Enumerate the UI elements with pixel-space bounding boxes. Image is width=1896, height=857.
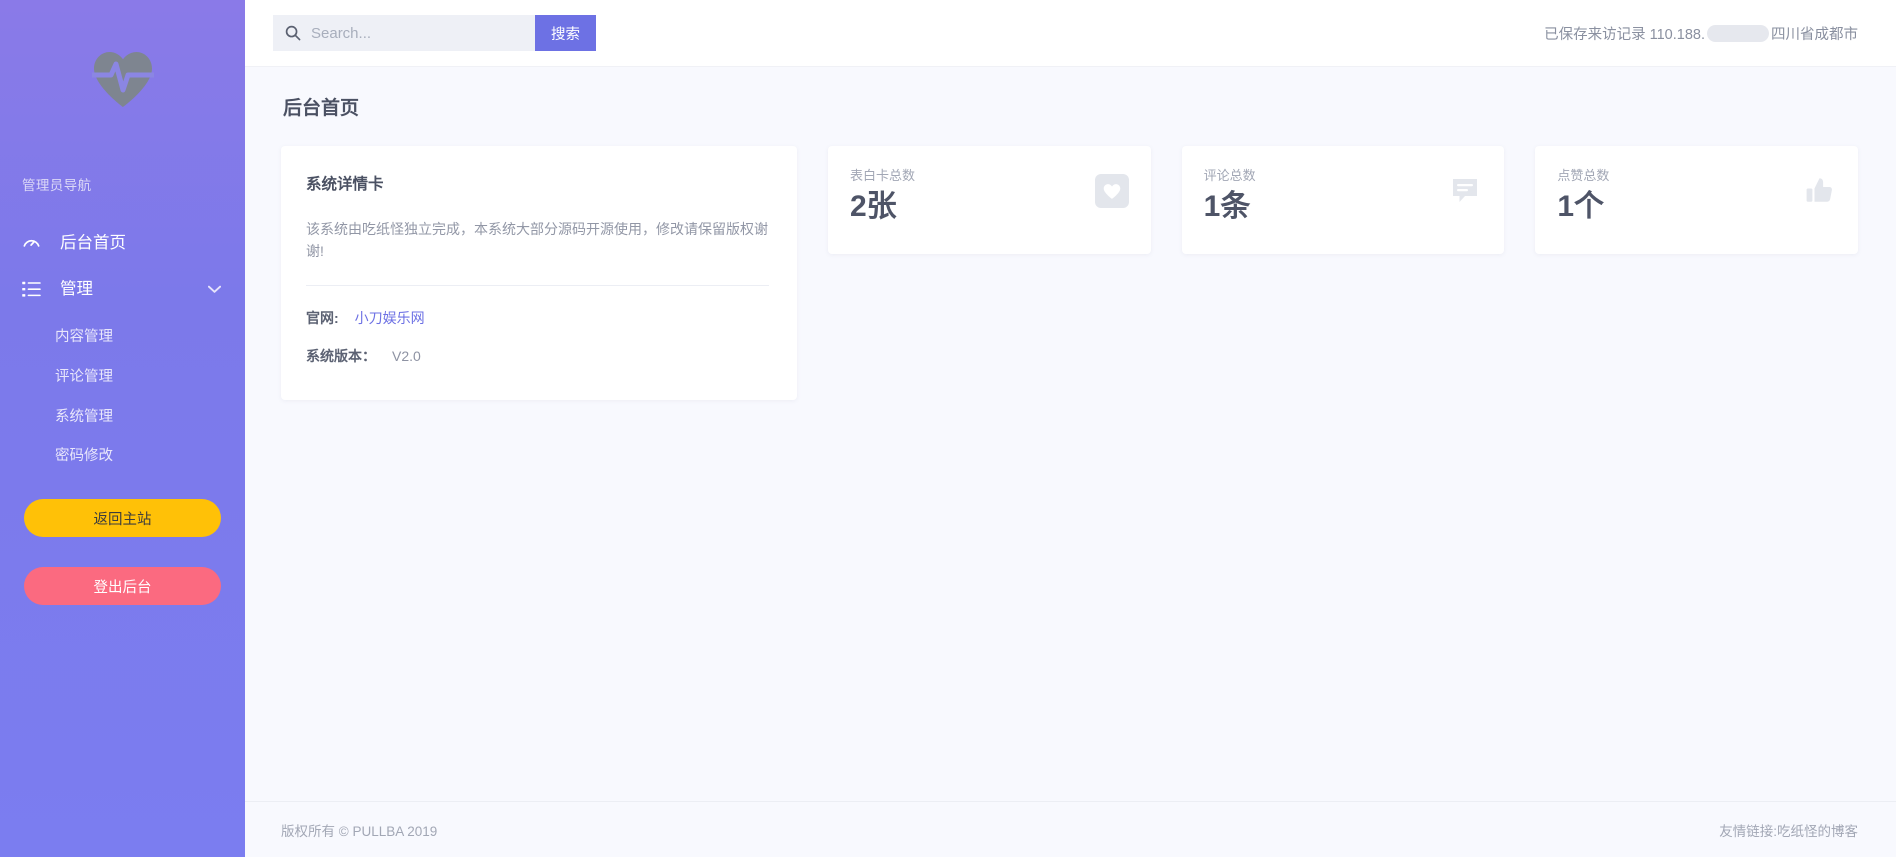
visit-record-location: 四川省成都市	[1771, 23, 1858, 44]
heart-pulse-icon	[92, 50, 154, 108]
submenu-management: 内容管理 评论管理 系统管理 密码修改	[0, 312, 245, 477]
stat-card-cards: 表白卡总数 2张	[828, 146, 1151, 254]
list-icon	[22, 281, 48, 298]
logo	[0, 42, 245, 116]
heart-icon	[1095, 174, 1129, 208]
search-icon	[285, 25, 301, 41]
search-box[interactable]	[273, 15, 535, 51]
detail-card-title: 系统详情卡	[306, 172, 769, 194]
detail-row-website: 官网: 小刀娱乐网	[306, 308, 769, 328]
tachometer-icon	[22, 234, 48, 253]
main-area: 搜索 已保存来访记录 110.188. 四川省成都市 后台首页 系统详情卡 该系统…	[245, 0, 1896, 857]
content: 后台首页 系统详情卡 该系统由吃纸怪独立完成，本系统大部分源码开源使用，修改请保…	[245, 67, 1896, 801]
app-root: 管理员导航 后台首页 管理	[0, 0, 1896, 857]
return-home-button[interactable]: 返回主站	[24, 499, 221, 537]
search-input[interactable]	[311, 25, 523, 42]
footer: 版权所有 © PULLBA 2019 友情链接:吃纸怪的博客	[245, 801, 1896, 857]
stat-card-likes: 点赞总数 1个	[1535, 146, 1858, 254]
sidebar-item-management[interactable]: 管理	[0, 266, 245, 312]
stat-label: 评论总数	[1204, 165, 1256, 184]
sidebar-subitem-password[interactable]: 密码修改	[0, 437, 245, 477]
detail-card-description: 该系统由吃纸怪独立完成，本系统大部分源码开源使用，修改请保留版权谢谢!	[306, 218, 769, 263]
redacted-ip-block	[1707, 25, 1769, 42]
footer-copyright: 版权所有 © PULLBA 2019	[281, 820, 437, 840]
topbar: 搜索 已保存来访记录 110.188. 四川省成都市	[245, 0, 1896, 67]
stat-label: 表白卡总数	[850, 165, 915, 184]
stat-label: 点赞总数	[1557, 165, 1609, 184]
visit-record-prefix: 已保存来访记录 110.188.	[1544, 23, 1705, 44]
divider	[306, 285, 769, 286]
sidebar-item-dashboard[interactable]: 后台首页	[0, 220, 245, 266]
cards-row: 系统详情卡 该系统由吃纸怪独立完成，本系统大部分源码开源使用，修改请保留版权谢谢…	[281, 146, 1858, 400]
search-group: 搜索	[273, 15, 596, 51]
visit-record: 已保存来访记录 110.188. 四川省成都市	[1544, 23, 1858, 44]
comment-icon	[1448, 174, 1482, 208]
sidebar-item-label: 管理	[60, 281, 93, 298]
official-site-link[interactable]: 小刀娱乐网	[355, 308, 425, 328]
sidebar-subitem-content[interactable]: 内容管理	[0, 318, 245, 358]
footer-friend-link[interactable]: 友情链接:吃纸怪的博客	[1719, 820, 1858, 840]
system-detail-card: 系统详情卡 该系统由吃纸怪独立完成，本系统大部分源码开源使用，修改请保留版权谢谢…	[281, 146, 797, 400]
detail-row-version: 系统版本： V2.0	[306, 346, 769, 366]
thumbs-up-icon	[1802, 174, 1836, 208]
nav-heading: 管理员导航	[0, 174, 245, 194]
stat-value: 1个	[1557, 190, 1609, 224]
detail-key: 系统版本：	[306, 346, 376, 366]
sidebar: 管理员导航 后台首页 管理	[0, 0, 245, 857]
sidebar-subitem-comments[interactable]: 评论管理	[0, 358, 245, 398]
page-title: 后台首页	[283, 93, 1858, 120]
stat-text: 表白卡总数 2张	[850, 165, 915, 224]
stat-value: 2张	[850, 190, 915, 224]
search-button[interactable]: 搜索	[535, 15, 596, 51]
sidebar-item-label: 后台首页	[60, 235, 126, 252]
stat-value: 1条	[1204, 190, 1256, 224]
stat-card-comments: 评论总数 1条	[1182, 146, 1505, 254]
stat-text: 点赞总数 1个	[1557, 165, 1609, 224]
stat-text: 评论总数 1条	[1204, 165, 1256, 224]
chevron-down-icon[interactable]	[208, 285, 221, 294]
sidebar-subitem-system[interactable]: 系统管理	[0, 398, 245, 438]
detail-key: 官网:	[306, 308, 339, 328]
logout-button[interactable]: 登出后台	[24, 567, 221, 605]
system-version-value: V2.0	[392, 348, 421, 364]
